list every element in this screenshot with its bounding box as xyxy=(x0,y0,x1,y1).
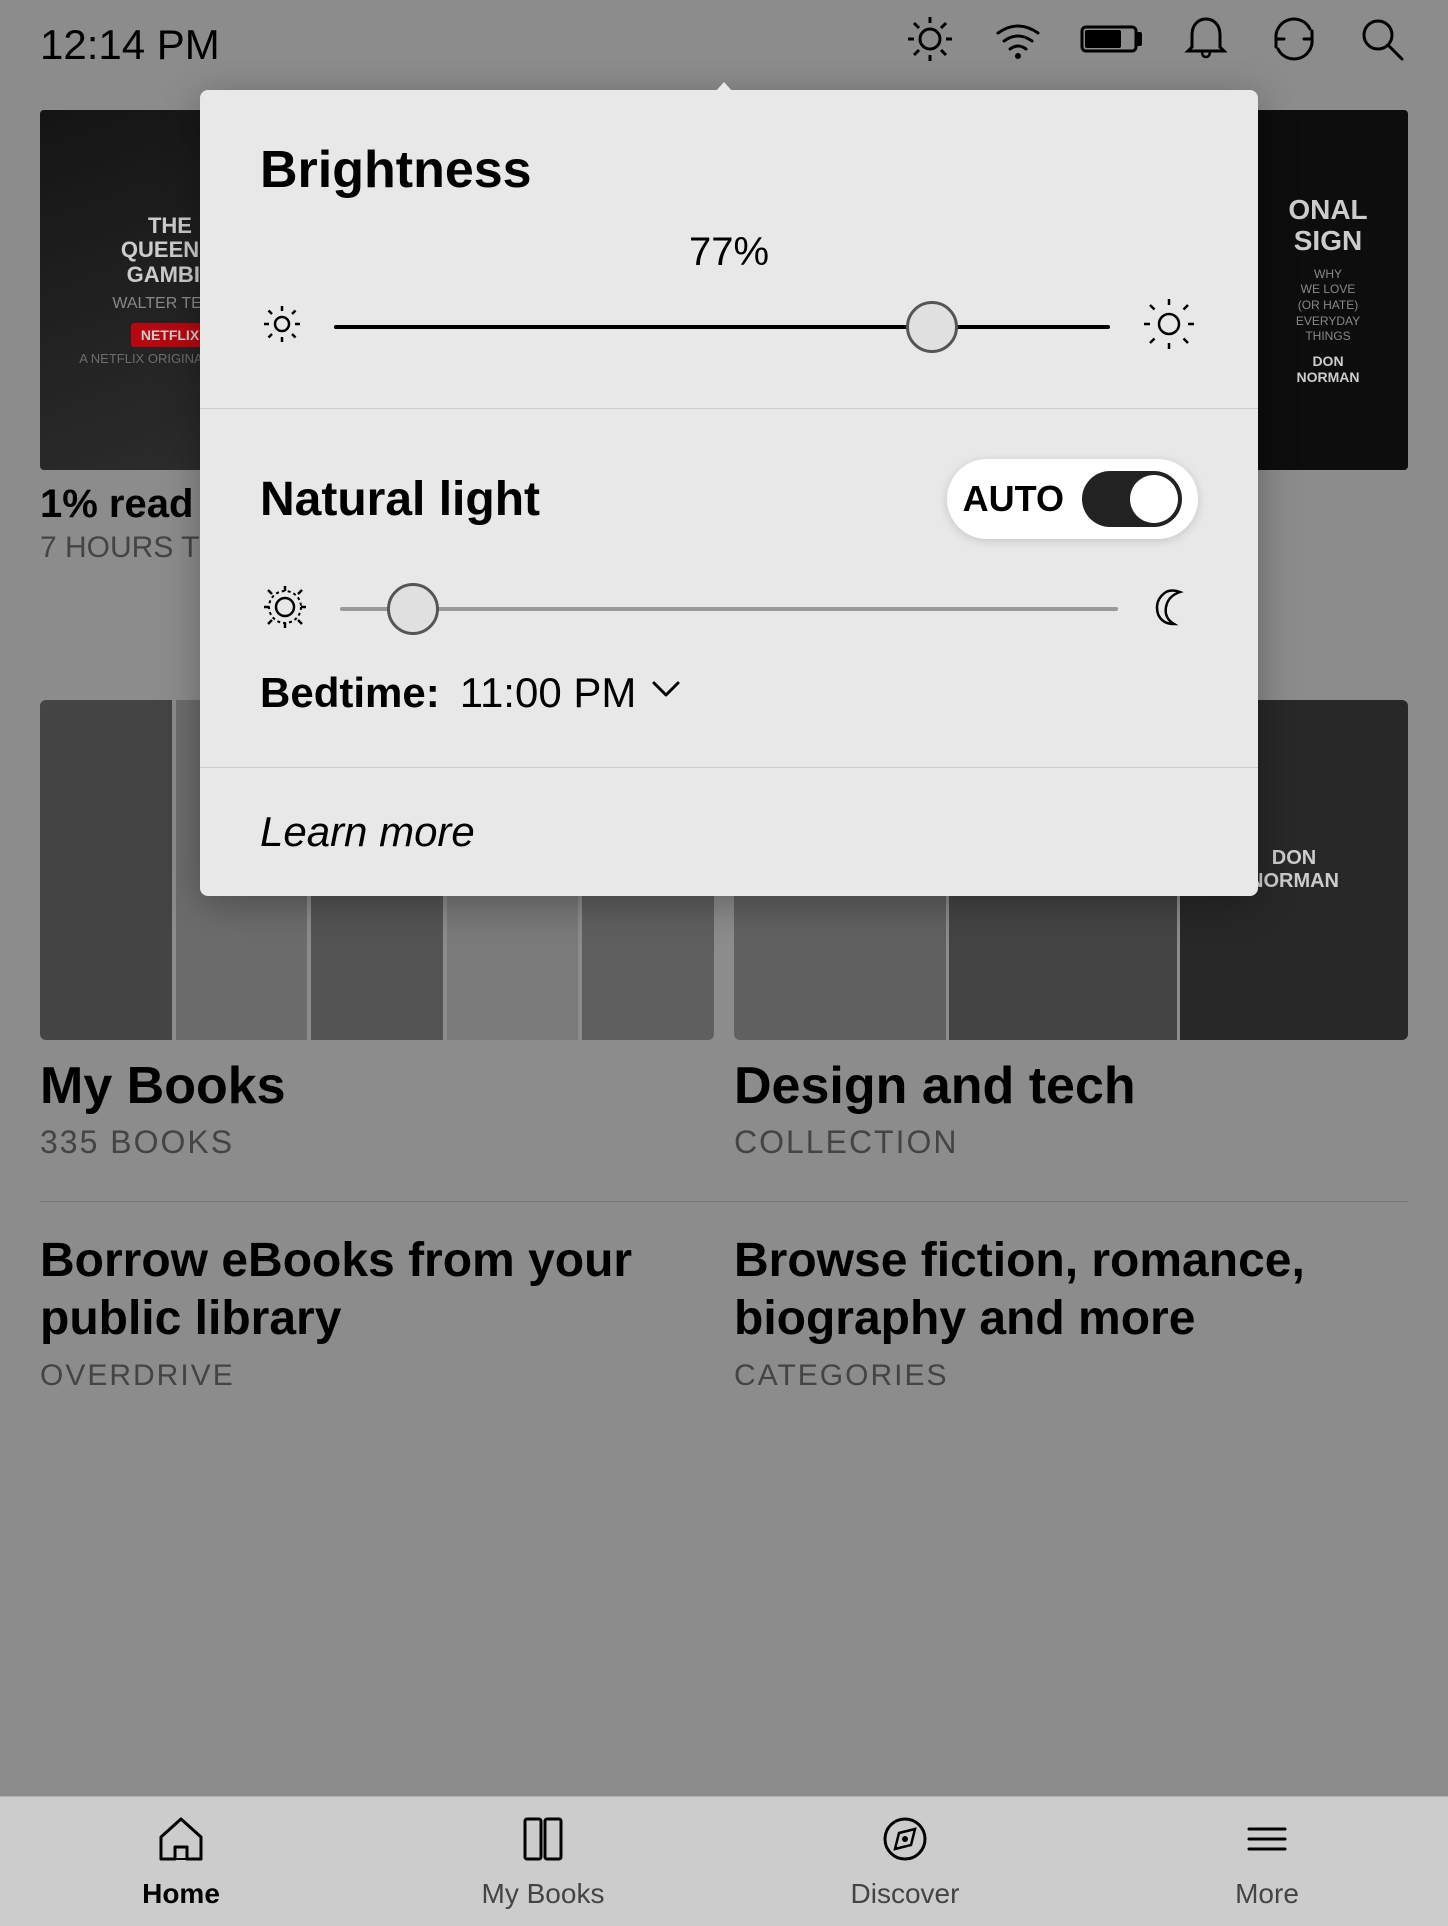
sun-large-icon xyxy=(1140,295,1198,358)
brightness-panel: Brightness 77% xyxy=(200,90,1258,896)
toggle-switch[interactable] xyxy=(1082,471,1182,527)
natural-light-label: Natural light xyxy=(260,472,540,527)
learn-more-section: Learn more xyxy=(200,768,1258,896)
brightness-section: Brightness 77% xyxy=(200,90,1258,409)
brightness-slider[interactable] xyxy=(334,297,1110,357)
chevron-down-icon xyxy=(648,671,684,716)
bedtime-row: Bedtime: 11:00 PM xyxy=(260,669,1198,717)
bedtime-value[interactable]: 11:00 PM xyxy=(460,669,685,717)
bedtime-time: 11:00 PM xyxy=(460,669,637,717)
auto-label: AUTO xyxy=(963,478,1064,520)
panel-arrow xyxy=(706,82,742,102)
bedtime-label: Bedtime: xyxy=(260,669,440,717)
learn-more-link[interactable]: Learn more xyxy=(260,808,475,855)
moon-icon xyxy=(1148,582,1198,637)
warmth-slider-row xyxy=(260,579,1198,639)
brightness-percentage: 77% xyxy=(260,230,1198,275)
warmth-slider[interactable] xyxy=(340,579,1118,639)
warmth-sun-icon xyxy=(260,582,310,637)
sun-small-icon xyxy=(260,302,304,351)
brightness-slider-row xyxy=(260,295,1198,358)
toggle-knob xyxy=(1130,475,1178,523)
auto-toggle[interactable]: AUTO xyxy=(947,459,1198,539)
natural-light-section: Natural light AUTO xyxy=(200,409,1258,768)
brightness-title: Brightness xyxy=(260,140,1198,200)
natural-light-row: Natural light AUTO xyxy=(260,459,1198,539)
